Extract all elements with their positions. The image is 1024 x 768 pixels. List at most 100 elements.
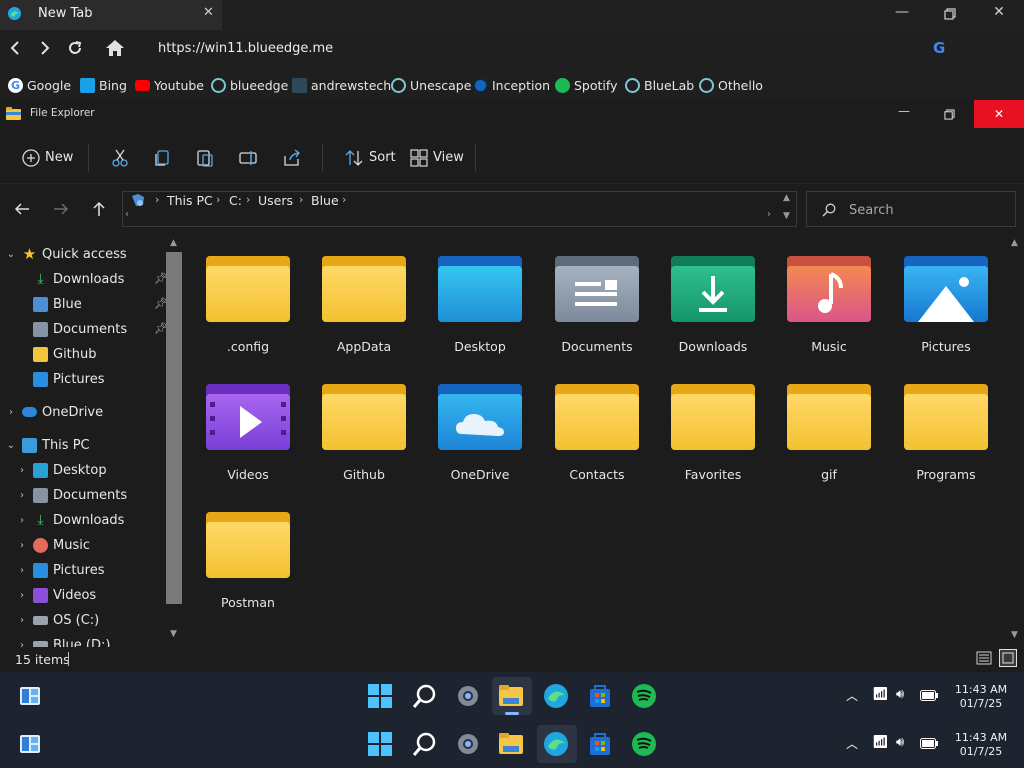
bookmark-inception[interactable]: Inception (473, 76, 550, 94)
nav-this-pc[interactable]: ⌄ This PC (6, 434, 90, 456)
details-view-icon[interactable] (976, 650, 992, 666)
folder-downloads[interactable]: Downloads (658, 256, 768, 376)
rename-icon[interactable] (238, 148, 258, 168)
spotify-icon[interactable] (631, 683, 657, 709)
nav-pc-music[interactable]: › Music (17, 534, 90, 556)
start-icon[interactable] (367, 731, 393, 757)
nav-pc-blue-drive[interactable]: › Blue (D:) (17, 634, 110, 647)
widgets-icon[interactable] (18, 684, 42, 708)
wifi-icon[interactable]: 📶︎ (872, 687, 889, 702)
folder-gif[interactable]: gif (774, 384, 884, 504)
folder-favorites[interactable]: Favorites (658, 384, 768, 504)
tiles-view-icon[interactable] (999, 649, 1017, 667)
search-input[interactable]: Search (849, 203, 894, 218)
nav-pc-videos[interactable]: › Videos (17, 584, 96, 606)
spotify-icon[interactable] (631, 731, 657, 757)
nav-quick-access[interactable]: ⌄ ★ Quick access (6, 243, 127, 265)
explorer-close-button[interactable]: ✕ (974, 100, 1024, 128)
nav-item-downloads[interactable]: ⤓ Downloads (33, 268, 124, 290)
expand-icon[interactable]: › (17, 465, 27, 476)
folder-desktop[interactable]: Desktop (425, 256, 535, 376)
settings-icon[interactable] (455, 683, 481, 709)
volume-icon[interactable]: 🔊︎ (896, 687, 904, 702)
forward-arrow-icon[interactable] (53, 202, 69, 216)
folder-programs[interactable]: Programs (891, 384, 1001, 504)
breadcrumb-blue[interactable]: Blue (311, 193, 339, 208)
nav-pc-desktop[interactable]: › Desktop (17, 459, 107, 481)
search-box[interactable]: Search (806, 191, 1016, 227)
scroll-left-icon[interactable]: ‹ (125, 209, 129, 220)
share-icon[interactable] (282, 148, 302, 168)
new-icon[interactable] (21, 148, 41, 168)
folder-postman[interactable]: Postman (193, 512, 303, 632)
battery-icon[interactable] (920, 738, 938, 749)
up-arrow-icon[interactable] (92, 201, 106, 217)
browser-restore-button[interactable] (944, 8, 956, 20)
expand-icon[interactable]: › (17, 615, 27, 626)
paste-icon[interactable] (195, 148, 215, 168)
home-icon[interactable] (105, 39, 125, 57)
folder-onedrive[interactable]: OneDrive (425, 384, 535, 504)
bookmark-youtube[interactable]: Youtube (135, 76, 204, 94)
expand-icon[interactable]: › (17, 540, 27, 551)
browser-close-button[interactable]: ✕ (987, 4, 1011, 24)
expand-icon[interactable]: › (17, 590, 27, 601)
content-scroll-down-icon[interactable]: ▼ (1011, 630, 1018, 640)
edge-icon[interactable] (543, 731, 569, 757)
nav-pc-pictures[interactable]: › Pictures (17, 559, 104, 581)
cut-icon[interactable] (110, 148, 130, 168)
file-explorer-icon[interactable] (498, 683, 524, 709)
clock[interactable]: 11:43 AM 01/7/25 (950, 683, 1012, 711)
expand-icon[interactable]: › (17, 515, 27, 526)
sort-button[interactable]: Sort (369, 150, 396, 165)
nav-pc-documents[interactable]: › Documents (17, 484, 127, 506)
nav-pc-os-drive[interactable]: › OS (C:) (17, 609, 99, 631)
scroll-down-icon[interactable]: ▼ (783, 211, 790, 221)
nav-onedrive[interactable]: › OneDrive (6, 401, 103, 423)
expand-icon[interactable]: ⌄ (6, 249, 16, 260)
bookmark-spotify[interactable]: Spotify (555, 76, 617, 94)
bookmark-bluelab[interactable]: BlueLab (625, 76, 694, 94)
folder-music[interactable]: Music (774, 256, 884, 376)
clock[interactable]: 11:43 AM 01/7/25 (950, 731, 1012, 759)
settings-icon[interactable] (455, 731, 481, 757)
bookmark-unescape[interactable]: Unescape (391, 76, 471, 94)
store-icon[interactable] (587, 731, 613, 757)
nav-pc-downloads[interactable]: › ⤓ Downloads (17, 509, 124, 531)
explorer-restore-button[interactable] (944, 109, 955, 120)
bookmark-google[interactable]: G Google (8, 76, 71, 94)
bookmark-bing[interactable]: Bing (80, 76, 127, 94)
search-icon[interactable] (412, 731, 438, 757)
bookmark-andrewstech[interactable]: andrewstech (292, 76, 391, 94)
expand-icon[interactable]: › (17, 565, 27, 576)
widgets-icon[interactable] (18, 732, 42, 756)
explorer-minimize-button[interactable]: — (898, 104, 910, 118)
scroll-up-icon[interactable]: ▲ (783, 193, 790, 203)
file-explorer-icon[interactable] (498, 731, 524, 757)
view-icon[interactable] (409, 148, 429, 168)
breadcrumb[interactable] (122, 191, 797, 227)
browser-tab[interactable]: New Tab ✕ (0, 0, 222, 30)
google-icon[interactable]: G (933, 39, 945, 57)
store-icon[interactable] (587, 683, 613, 709)
new-button[interactable]: New (45, 150, 73, 165)
nav-scrollbar[interactable] (166, 252, 182, 604)
nav-item-pictures[interactable]: Pictures (33, 368, 104, 390)
folder-appdata[interactable]: AppData (309, 256, 419, 376)
folder-documents[interactable]: Documents (542, 256, 652, 376)
chevron-up-icon[interactable]: ︿ (846, 735, 858, 752)
nav-item-github[interactable]: Github (33, 343, 97, 365)
folder-config[interactable]: .config (193, 256, 303, 376)
folder-videos[interactable]: Videos (193, 384, 303, 504)
nav-item-blue[interactable]: Blue (33, 293, 82, 315)
breadcrumb-this-pc[interactable]: This PC (167, 193, 213, 208)
nav-item-documents[interactable]: Documents (33, 318, 127, 340)
back-icon[interactable] (8, 41, 22, 55)
volume-icon[interactable]: 🔊︎ (896, 735, 904, 750)
browser-minimize-button[interactable]: — (890, 4, 914, 24)
scroll-down-icon[interactable]: ▼ (170, 629, 177, 639)
back-arrow-icon[interactable] (14, 202, 30, 216)
wifi-icon[interactable]: 📶︎ (872, 735, 889, 750)
bookmark-othello[interactable]: Othello (699, 76, 763, 94)
breadcrumb-c-drive[interactable]: C: (229, 193, 242, 208)
